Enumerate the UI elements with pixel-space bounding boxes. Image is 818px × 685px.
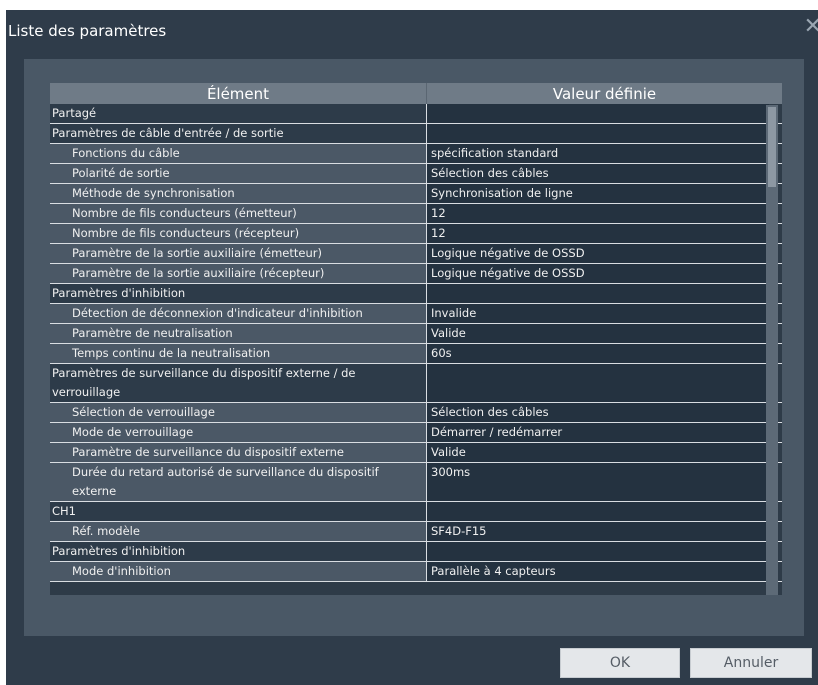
table-row[interactable]: Sélection de verrouillage Sélection des c… [50,403,782,423]
row-value: 60s [427,344,769,363]
table-row[interactable]: Nombre de fils conducteurs (émetteur) 12 [50,204,782,224]
ok-button[interactable]: OK [560,648,680,678]
row-label: Paramètres de câble d'entrée / de sortie [50,124,427,143]
table-row[interactable]: Réf. modèle SF4D-F15 [50,522,782,542]
row-value: Logique négative de OSSD [427,264,769,283]
table-row[interactable]: Temps continu de la neutralisation 60s [50,344,782,364]
row-label: Durée du retard autorisé de surveillance… [50,463,427,501]
table-row[interactable]: Paramètre de neutralisation Valide [50,324,782,344]
row-label: Paramètres de surveillance du dispositif… [50,364,427,402]
row-value: Démarrer / redémarrer [427,423,769,442]
row-label: Paramètre de surveillance du dispositif … [50,443,427,462]
table-row[interactable]: Polarité de sortie Sélection des câbles [50,164,782,184]
row-label: Mode de verrouillage [50,423,427,442]
table-header: Élément Valeur définie [50,83,782,104]
table-body: Partagé Paramètres de câble d'entrée / de… [50,104,782,582]
row-label: Détection de déconnexion d'indicateur d'… [50,304,427,323]
row-value: SF4D-F15 [427,522,769,541]
row-value [427,542,769,561]
row-value: Sélection des câbles [427,403,769,422]
row-label: Mode d'inhibition [50,562,427,581]
row-value [427,124,769,143]
row-label: Paramètres d'inhibition [50,284,427,303]
row-value: 300ms [427,463,769,501]
parameter-list-dialog: Liste des paramètres ✕ Élément Valeur dé… [6,10,818,685]
table-row[interactable]: Paramètre de surveillance du dispositif … [50,443,782,463]
section-row[interactable]: Partagé [50,104,782,124]
row-label: Sélection de verrouillage [50,403,427,422]
row-label: Fonctions du câble [50,144,427,163]
row-value [427,104,769,123]
row-value [427,502,769,521]
row-label: Paramètre de neutralisation [50,324,427,343]
row-label: Méthode de synchronisation [50,184,427,203]
row-value: Invalide [427,304,769,323]
row-value: spécification standard [427,144,769,163]
row-value: Sélection des câbles [427,164,769,183]
row-value: 12 [427,224,769,243]
section-row[interactable]: Paramètres d'inhibition [50,284,782,304]
table-row[interactable]: Paramètre de la sortie auxiliaire (émett… [50,244,782,264]
row-value [427,364,769,402]
row-value: Valide [427,324,769,343]
section-row[interactable]: Paramètres d'inhibition [50,542,782,562]
row-label: Paramètre de la sortie auxiliaire (émett… [50,244,427,263]
table-row[interactable]: Méthode de synchronisation Synchronisatio… [50,184,782,204]
vertical-scrollbar[interactable] [766,105,778,595]
row-value: Valide [427,443,769,462]
row-label: Polarité de sortie [50,164,427,183]
table-row[interactable]: Détection de déconnexion d'indicateur d'… [50,304,782,324]
section-row[interactable]: Paramètres de surveillance du dispositif… [50,364,782,403]
row-value: 12 [427,204,769,223]
close-icon[interactable]: ✕ [804,14,818,39]
dialog-title: Liste des paramètres [8,22,167,40]
column-header-value: Valeur définie [552,84,657,103]
cancel-button[interactable]: Annuler [690,648,812,678]
scrollbar-thumb[interactable] [768,107,776,187]
table-row[interactable]: Mode d'inhibition Parallèle à 4 capteurs [50,562,782,582]
content-panel: Élément Valeur définie Partagé Paramètres… [24,59,804,636]
table-row[interactable]: Durée du retard autorisé de surveillance… [50,463,782,502]
row-value: Synchronisation de ligne [427,184,769,203]
row-value: Parallèle à 4 capteurs [427,562,769,581]
row-label: Nombre de fils conducteurs (émetteur) [50,204,427,223]
row-label: Paramètre de la sortie auxiliaire (récep… [50,264,427,283]
row-label: Temps continu de la neutralisation [50,344,427,363]
column-header-element: Élément [50,83,427,104]
parameter-table: Élément Valeur définie Partagé Paramètres… [50,83,782,595]
table-row[interactable]: Mode de verrouillage Démarrer / redémarre… [50,423,782,443]
section-row[interactable]: Paramètres de câble d'entrée / de sortie [50,124,782,144]
table-row[interactable]: Fonctions du câble spécification standard [50,144,782,164]
row-value [427,284,769,303]
row-label: Partagé [50,104,427,123]
row-label: Paramètres d'inhibition [50,542,427,561]
table-row[interactable]: Paramètre de la sortie auxiliaire (récep… [50,264,782,284]
section-row[interactable]: CH1 [50,502,782,522]
row-label: Réf. modèle [50,522,427,541]
row-value: Logique négative de OSSD [427,244,769,263]
row-label: CH1 [50,502,427,521]
row-label: Nombre de fils conducteurs (récepteur) [50,224,427,243]
table-row[interactable]: Nombre de fils conducteurs (récepteur) 12 [50,224,782,244]
